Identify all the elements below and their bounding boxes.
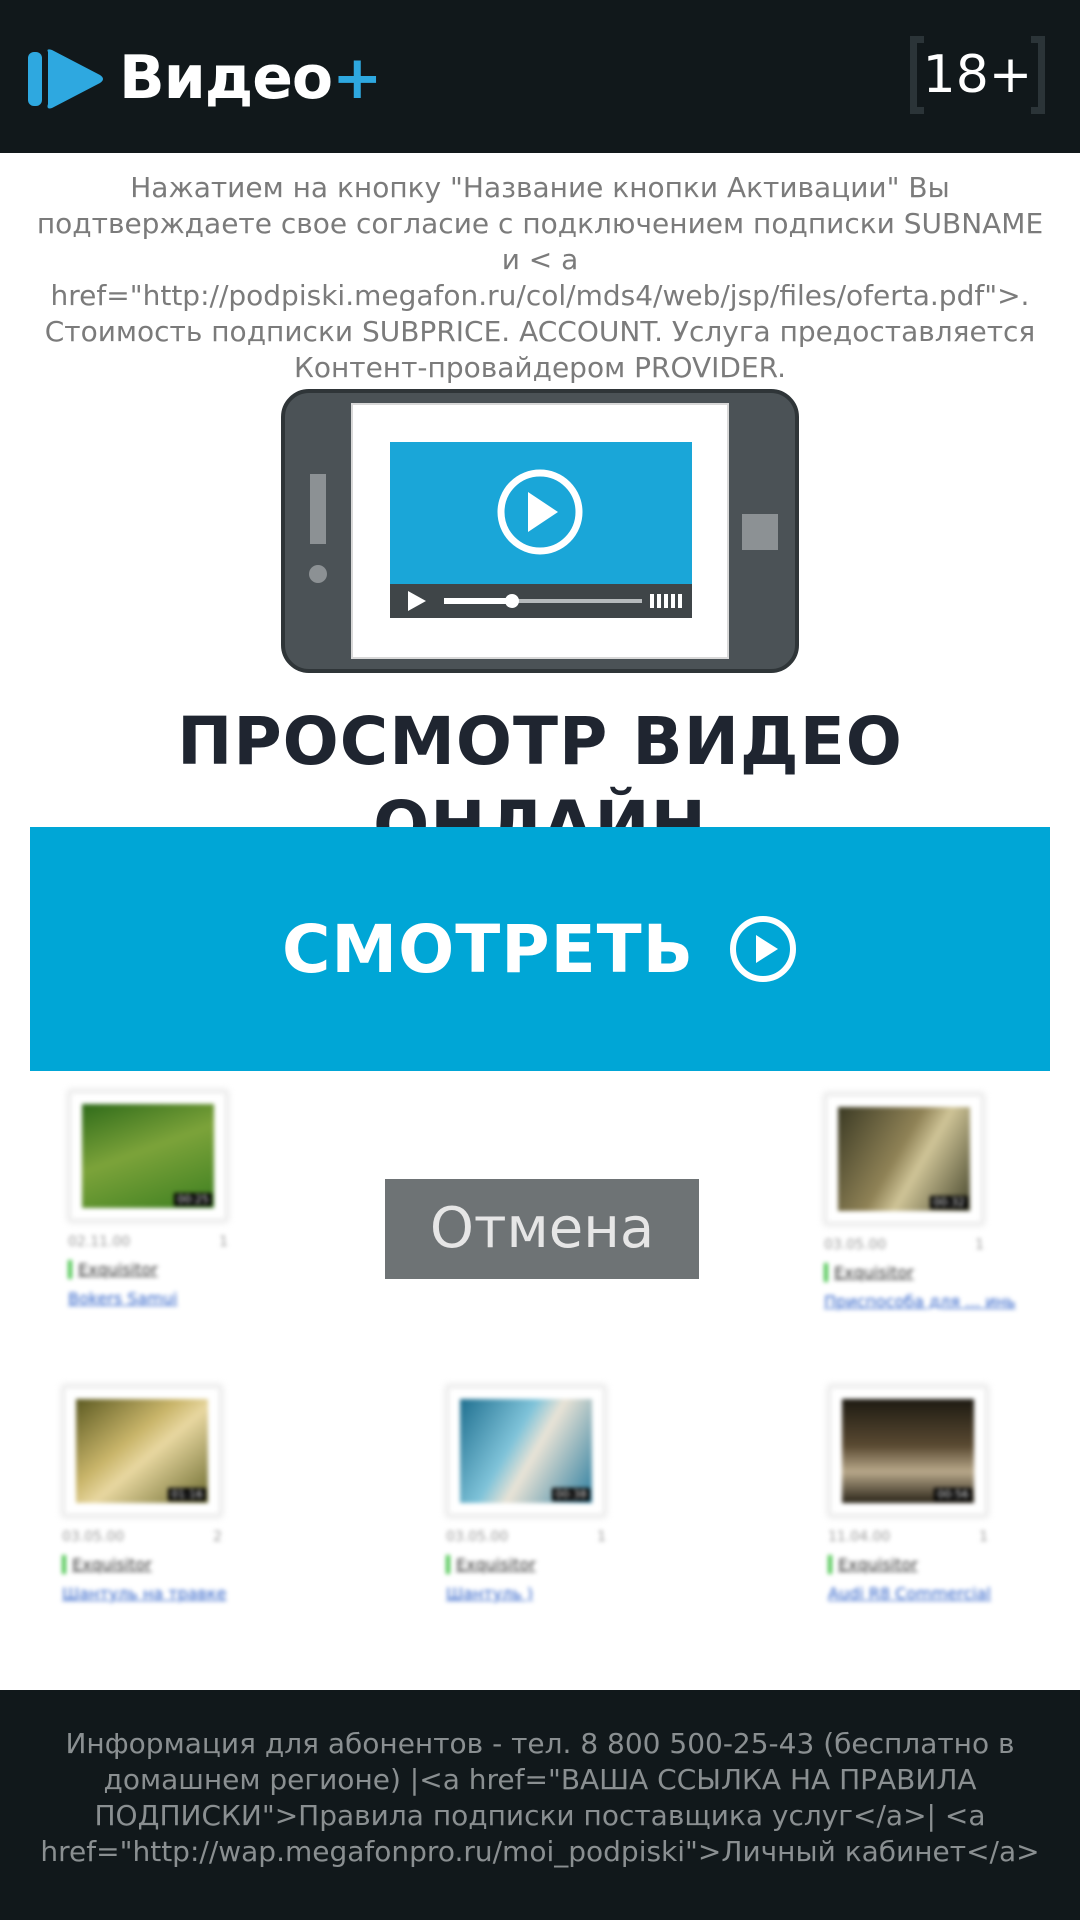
footer-info-text: Информация для абонентов - тел. 8 800 50… <box>40 1727 1040 1868</box>
video-date: 02.11.00 <box>68 1234 131 1250</box>
video-author[interactable]: Exquisitor <box>828 1555 1028 1574</box>
video-author[interactable]: Exquisitor <box>68 1260 268 1279</box>
video-views: 1 <box>979 1529 988 1545</box>
video-thumbnail[interactable]: 00:25 02.11.00 1 Exquisitor Bokers Samui <box>68 1090 268 1308</box>
video-date: 03.05.00 <box>446 1529 509 1545</box>
logo-plus: + <box>332 43 382 113</box>
phone-video-illustration <box>281 389 799 673</box>
video-duration: 01:16 <box>168 1488 206 1501</box>
video-duration: 00:56 <box>934 1488 972 1501</box>
video-views: 1 <box>975 1237 984 1253</box>
video-date: 11.04.00 <box>828 1529 891 1545</box>
video-author[interactable]: Exquisitor <box>62 1555 262 1574</box>
video-title[interactable]: Audi R8 Commercial <box>828 1584 1028 1603</box>
video-author[interactable]: Exquisitor <box>446 1555 646 1574</box>
video-thumbnail[interactable]: 00:38 03.05.00 1 Exquisitor Шантуль ) <box>446 1385 646 1603</box>
logo-text[interactable]: Видео+ <box>119 40 382 116</box>
video-date: 03.05.00 <box>824 1237 887 1253</box>
watch-button[interactable]: СМОТРЕТЬ <box>30 827 1050 1071</box>
video-title[interactable]: Bokers Samui <box>68 1289 268 1308</box>
age-rating-text: 18+ <box>922 45 1033 105</box>
logo-play-icon <box>28 49 103 109</box>
video-thumbnail[interactable]: 01:16 03.05.00 2 Exquisitor Шантуль на тр… <box>62 1385 262 1603</box>
watch-button-label: СМОТРЕТЬ <box>281 910 695 988</box>
video-title[interactable]: Шантуль ) <box>446 1584 646 1603</box>
video-duration: 00:38 <box>552 1488 590 1501</box>
video-duration: 00:32 <box>930 1196 968 1209</box>
video-duration: 00:25 <box>174 1193 212 1206</box>
video-author[interactable]: Exquisitor <box>824 1263 1024 1282</box>
video-title[interactable]: Шантуль на травке <box>62 1584 262 1603</box>
video-views: 2 <box>213 1529 222 1545</box>
subscription-disclaimer: Нажатием на кнопку "Название кнопки Акти… <box>36 171 1044 384</box>
video-views: 1 <box>219 1234 228 1250</box>
header: Видео+ 18+ <box>0 0 1080 153</box>
play-circle-icon <box>730 916 797 982</box>
video-thumbnail[interactable]: 00:56 11.04.00 1 Exquisitor Audi R8 Comme… <box>828 1385 1028 1603</box>
logo-word: Видео <box>119 43 333 113</box>
footer: Информация для абонентов - тел. 8 800 50… <box>0 1690 1080 1920</box>
age-rating-badge: 18+ <box>910 36 1045 114</box>
cancel-button[interactable]: Отмена <box>385 1179 699 1279</box>
video-thumbnail[interactable]: 00:32 03.05.00 1 Exquisitor Приспособа дл… <box>824 1093 1024 1311</box>
video-views: 1 <box>597 1529 606 1545</box>
video-title[interactable]: Приспособа для ... инь <box>824 1292 1024 1311</box>
video-date: 03.05.00 <box>62 1529 125 1545</box>
